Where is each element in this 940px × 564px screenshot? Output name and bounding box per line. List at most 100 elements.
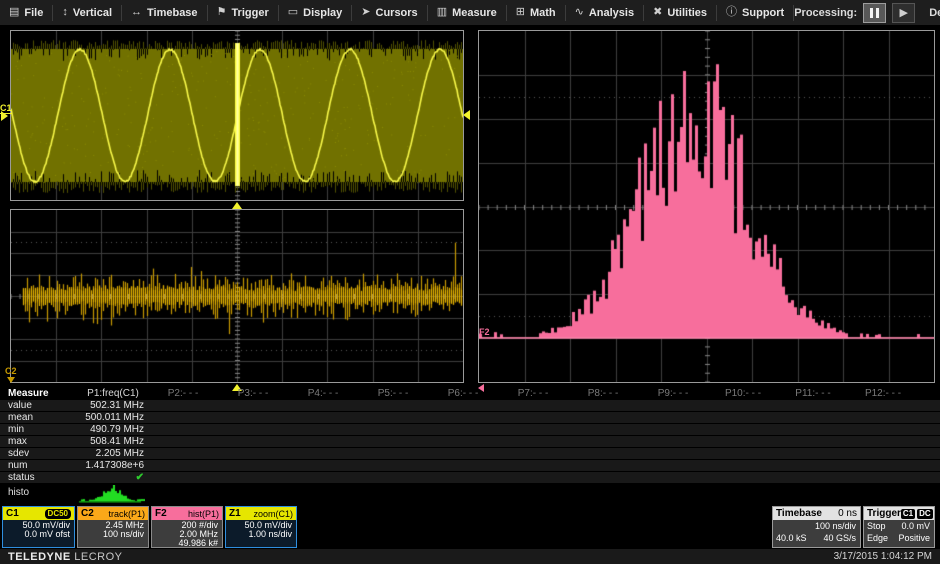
f2-histogram-canvas[interactable]: [479, 31, 934, 382]
pause-icon: [870, 8, 873, 18]
display-icon: ▭: [288, 7, 298, 18]
brand-primary: TELEDYNE: [8, 551, 71, 563]
measure-row-label: num: [0, 460, 78, 471]
menu-item-label: Analysis: [589, 7, 634, 19]
trigger-box[interactable]: TriggerC1DCStop0.0 mVEdgePositive: [863, 506, 935, 548]
channel-box-header: Z1zoom(C1): [226, 507, 296, 520]
coupling-badge: DC50: [45, 509, 71, 519]
measure-p1-value: 508.41 MHz: [78, 436, 148, 447]
menubar-items: ▤File↕Vertical ↔ Timebase ⚑Trigger ▭ Display ➤…: [0, 0, 794, 25]
measure-col-header: P7:- - -: [498, 388, 568, 399]
channel-title: hist(P1): [188, 509, 219, 519]
menu-item-support[interactable]: ⓘ Support: [717, 0, 793, 25]
f2-trace-label[interactable]: F2: [479, 328, 490, 337]
pause-button[interactable]: [863, 3, 886, 23]
channel-id: F2: [155, 508, 167, 519]
trigger-box-label: Trigger: [867, 508, 901, 519]
waveform-grid-c2[interactable]: C2: [10, 209, 464, 383]
menu-item-label: Display: [303, 7, 342, 19]
menu-item-vertical[interactable]: ↕Vertical: [53, 0, 121, 25]
channel-box-z1[interactable]: Z1zoom(C1)50.0 mV/div1.00 ns/div: [225, 506, 297, 548]
measure-row-value: value502.31 MHz: [0, 400, 940, 411]
histogram-grid-f2[interactable]: F2: [478, 30, 935, 383]
channel-box-body: 2.45 MHz100 ns/div: [78, 520, 148, 547]
c2-trace-label[interactable]: C2: [5, 367, 17, 376]
measure-col-header: P12:- - -: [848, 388, 918, 399]
measure-p1-value: 502.31 MHz: [78, 400, 148, 411]
channel-id: Z1: [229, 508, 241, 519]
measure-row-max: max508.41 MHz: [0, 436, 940, 447]
c2-offset-marker[interactable]: [7, 377, 15, 383]
timebase-icon: ↔: [131, 7, 142, 18]
play-button[interactable]: ▶: [892, 3, 915, 23]
menu-item-utilities[interactable]: ✖Utilities: [644, 0, 716, 25]
measure-row-label: value: [0, 400, 78, 411]
menu-item-label: Support: [742, 7, 784, 19]
measure-title: Measure: [0, 388, 78, 399]
timebase-box-cell: 40.0 kS: [776, 532, 807, 544]
measure-p1-value: 500.011 MHz: [78, 412, 148, 423]
timebase-box-value: 0 ns: [838, 508, 857, 519]
measure-col-header: P10:- - -: [708, 388, 778, 399]
channel-box-c1[interactable]: C1 DC5050.0 mV/div0.0 mV ofst: [2, 506, 75, 548]
trigger-position-marker[interactable]: [232, 202, 242, 209]
statusbar: TELEDYNE LECROY 3/17/2015 1:04:12 PM: [0, 549, 940, 564]
measure-row-min: min490.79 MHz: [0, 424, 940, 435]
trigger-level-marker[interactable]: [463, 110, 470, 120]
menu-item-measure[interactable]: ▥ Measure: [428, 0, 506, 25]
menu-item-display[interactable]: ▭ Display: [279, 0, 352, 25]
c1-offset-marker[interactable]: [1, 111, 8, 121]
channel-box-header: F2 hist(P1): [152, 507, 222, 520]
vertical-icon: ↕: [62, 7, 68, 18]
measure-p1-value: 1.417308e+6: [78, 460, 148, 471]
menu-item-label: Timebase: [147, 7, 198, 19]
channel-box-header: C2 track(P1): [78, 507, 148, 520]
measure-p1-value: 490.79 MHz: [78, 424, 148, 435]
support-icon: ⓘ: [726, 7, 737, 18]
timebase-box[interactable]: Timebase0 ns100 ns/div40.0 kS40 GS/s: [772, 506, 861, 548]
channel-box-f2[interactable]: F2hist(P1)200 #/div2.00 MHz49.986 k#: [151, 506, 223, 548]
menu-item-trigger[interactable]: ⚑Trigger: [208, 0, 278, 25]
default-label: Default:: [929, 7, 940, 19]
c1-waveform-canvas[interactable]: [11, 31, 463, 200]
channel-setting: 0.0 mV ofst: [5, 530, 70, 539]
measure-icon: ▥: [437, 7, 447, 18]
measure-row-label: min: [0, 424, 78, 435]
menu-item-label: Measure: [452, 7, 497, 19]
datetime: 3/17/2015 1:04:12 PM: [834, 551, 932, 562]
menu-item-timebase[interactable]: ↔ Timebase: [122, 0, 207, 25]
channel-setting: 49.986 k#: [154, 539, 218, 548]
file-icon: ▤: [9, 7, 19, 18]
analysis-icon: ∿: [575, 7, 584, 18]
trigger-box-cell: Positive: [898, 532, 930, 544]
measure-p1-value: 2.205 MHz: [78, 448, 148, 459]
channel-title: track(P1): [108, 509, 145, 519]
timebase-box-row: 40.0 kS40 GS/s: [773, 532, 860, 544]
menu-item-cursors[interactable]: ➤Cursors: [352, 0, 426, 25]
measure-row-status: status✔: [0, 472, 940, 483]
histo-thumbnail[interactable]: [75, 485, 145, 503]
channel-id: C2: [81, 508, 94, 519]
cursors-icon: ➤: [361, 7, 370, 18]
play-icon: ▶: [899, 6, 907, 19]
measure-col-header: P6:- - -: [428, 388, 498, 399]
waveform-grid-c1[interactable]: C1: [10, 30, 464, 201]
measure-col-header: P8:- - -: [568, 388, 638, 399]
measure-table: MeasureP1:freq(C1)P2:- - -P3:- - -P4:- -…: [0, 388, 940, 484]
menu-item-math[interactable]: ⊞Math: [507, 0, 565, 25]
measure-col-header: P1:freq(C1): [78, 388, 148, 399]
menu-item-file[interactable]: ▤File: [0, 0, 52, 25]
trigger-box-cell: 0.0 mV: [901, 520, 930, 532]
measure-col-header: P4:- - -: [288, 388, 358, 399]
timebase-box-row: 100 ns/div: [773, 520, 860, 532]
channel-setting: 1.00 ns/div: [228, 530, 292, 539]
trigger-box-badges: C1DC: [901, 509, 933, 519]
menu-item-analysis[interactable]: ∿ Analysis: [566, 0, 643, 25]
channel-id: C1: [6, 508, 19, 519]
menubar: ▤File↕Vertical ↔ Timebase ⚑Trigger ▭ Display ➤…: [0, 0, 940, 26]
brand-logo: TELEDYNE LECROY: [8, 551, 123, 563]
channel-box-body: 50.0 mV/div0.0 mV ofst: [3, 520, 74, 547]
c2-track-canvas[interactable]: [11, 210, 463, 382]
channel-box-c2[interactable]: C2 track(P1)2.45 MHz100 ns/div: [77, 506, 149, 548]
menu-item-label: Trigger: [231, 7, 268, 19]
